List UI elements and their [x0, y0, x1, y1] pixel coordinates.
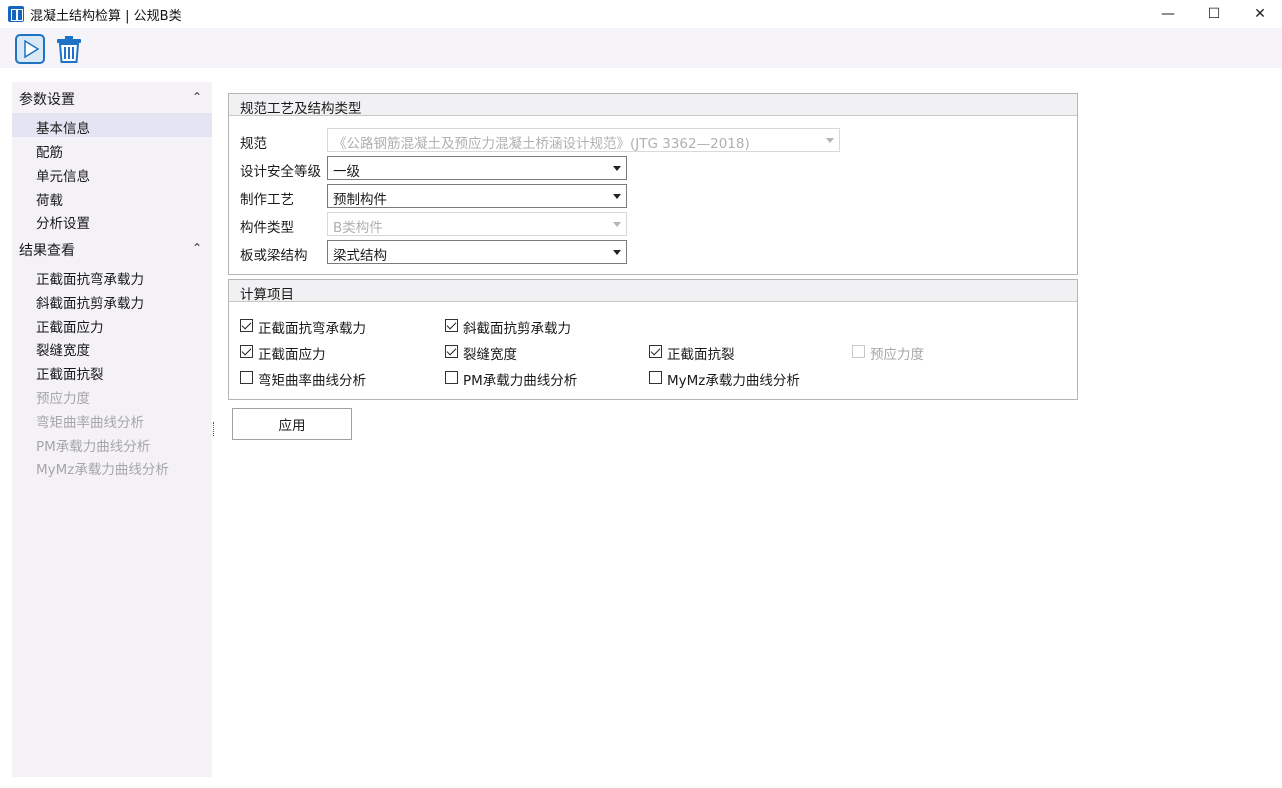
chevron-up-icon[interactable]: ⌃ — [192, 90, 202, 104]
sidebar-item-crack-resistance[interactable]: 正截面抗裂 — [12, 359, 212, 383]
checkbox-box[interactable] — [649, 371, 662, 384]
structure-type-label: 板或梁结构 — [240, 248, 308, 264]
code-select: 《公路钢筋混凝土及预应力混凝土桥涵设计规范》(JTG 3362—2018) — [327, 128, 840, 152]
toolbar — [0, 28, 1282, 68]
sidebar-item-basic-info[interactable]: 基本信息 — [12, 113, 212, 137]
safety-level-select[interactable]: 一级 — [327, 156, 627, 180]
spec-group: 规范工艺及结构类型 规范 《公路钢筋混凝土及预应力混凝土桥涵设计规范》(JTG … — [228, 93, 1078, 275]
sidebar-item-shear-capacity[interactable]: 斜截面抗剪承载力 — [12, 288, 212, 312]
checkbox-box[interactable] — [649, 345, 662, 358]
window-title: 混凝土结构检算 | 公规B类 — [30, 9, 182, 24]
sidebar: 参数设置 ⌃ 基本信息 配筋 单元信息 荷载 分析设置 结果查看 ⌃ 正截面抗弯… — [12, 82, 212, 777]
dropdown-arrow-icon — [613, 222, 621, 227]
maximize-button[interactable]: ☐ — [1191, 0, 1237, 28]
structure-type-select[interactable]: 梁式结构 — [327, 240, 627, 264]
sidebar-section-params[interactable]: 参数设置 ⌃ — [12, 86, 212, 110]
title-bar: 混凝土结构检算 | 公规B类 — ☐ ✕ — [0, 0, 1282, 28]
sidebar-section-results[interactable]: 结果查看 ⌃ — [12, 237, 212, 261]
dropdown-arrow-icon — [826, 138, 834, 143]
checkbox-box[interactable] — [445, 371, 458, 384]
run-button[interactable] — [15, 34, 45, 64]
dropdown-arrow-icon — [613, 250, 621, 255]
close-button[interactable]: ✕ — [1237, 0, 1282, 28]
sidebar-item-pm-curve: PM承载力曲线分析 — [36, 439, 151, 455]
sidebar-item-rebar[interactable]: 配筋 — [12, 137, 212, 161]
safety-level-label: 设计安全等级 — [240, 164, 321, 180]
dropdown-arrow-icon — [613, 166, 621, 171]
dropdown-arrow-icon — [613, 194, 621, 199]
sidebar-item-mymz-curve: MyMz承载力曲线分析 — [36, 462, 169, 478]
sidebar-item-prestress-degree: 预应力度 — [36, 391, 90, 407]
splitter-handle[interactable] — [213, 422, 215, 436]
delete-button[interactable] — [54, 34, 84, 64]
sidebar-item-element-info[interactable]: 单元信息 — [12, 161, 212, 185]
sidebar-section-title: 结果查看 — [19, 243, 75, 259]
sidebar-item-bending-capacity[interactable]: 正截面抗弯承载力 — [12, 264, 212, 288]
sidebar-item-crack-width[interactable]: 裂缝宽度 — [12, 335, 212, 359]
checkbox-box[interactable] — [445, 345, 458, 358]
sidebar-item-analysis-settings[interactable]: 分析设置 — [12, 208, 212, 232]
checkbox-box[interactable] — [240, 319, 253, 332]
sidebar-item-normal-stress[interactable]: 正截面应力 — [12, 312, 212, 336]
code-label: 规范 — [240, 136, 267, 152]
member-type-select: B类构件 — [327, 212, 627, 236]
calc-items-group: 计算项目 正截面抗弯承载力 斜截面抗剪承载力 正截面应力 裂缝宽度 正截面抗裂 … — [228, 279, 1078, 400]
spec-group-header: 规范工艺及结构类型 — [229, 94, 1077, 117]
calc-items-group-header: 计算项目 — [229, 280, 1077, 303]
sidebar-section-title: 参数设置 — [19, 92, 75, 108]
checkbox-box[interactable] — [240, 345, 253, 358]
checkbox-box — [852, 345, 865, 358]
fabrication-select[interactable]: 预制构件 — [327, 184, 627, 208]
checkbox-box[interactable] — [240, 371, 253, 384]
trash-icon — [57, 36, 81, 63]
fabrication-label: 制作工艺 — [240, 192, 294, 208]
apply-button[interactable]: 应用 — [232, 408, 352, 440]
play-icon — [15, 34, 45, 64]
minimize-button[interactable]: — — [1145, 0, 1191, 28]
sidebar-item-moment-curvature: 弯矩曲率曲线分析 — [36, 415, 144, 431]
sidebar-item-loads[interactable]: 荷载 — [12, 185, 212, 209]
chevron-up-icon[interactable]: ⌃ — [192, 241, 202, 255]
member-type-label: 构件类型 — [240, 220, 294, 236]
checkbox-box[interactable] — [445, 319, 458, 332]
app-icon — [8, 6, 24, 22]
